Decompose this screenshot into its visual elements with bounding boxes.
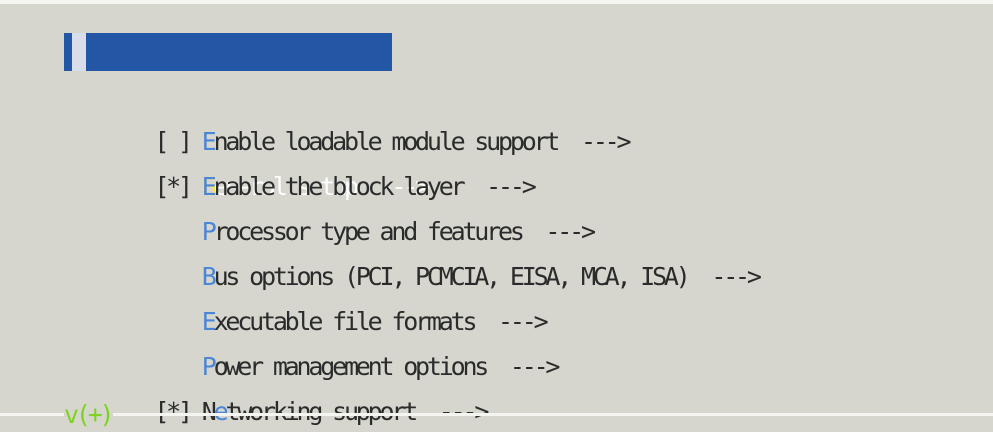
menu-item-loadable-module-support[interactable]: [ ] Enable loadable module support ---> — [64, 74, 964, 156]
menu-item-networking-support[interactable]: [*] Networking support ---> — [64, 344, 964, 426]
menu-item-block-layer[interactable]: [*] Enable the block layer ---> — [64, 119, 964, 201]
menu-item-executable-formats[interactable]: Executable file formats ---> — [64, 254, 964, 336]
menu-item-general-setup[interactable]: General setup ---> — [64, 29, 964, 201]
menu-list: General setup ---> [ ] Enable loadable m… — [64, 29, 964, 426]
menu-bottom-border: v(+) — [0, 398, 993, 432]
bottom-border-line — [0, 413, 993, 416]
menu-item-processor-type[interactable]: Processor type and features ---> — [64, 164, 964, 246]
cursor-marker — [72, 33, 86, 71]
top-border — [0, 0, 993, 4]
menu-item-bus-options[interactable]: Bus options (PCI, PCMCIA, EISA, MCA, ISA… — [64, 209, 964, 291]
selection-highlight — [64, 33, 392, 71]
scroll-more-indicator: v(+) — [64, 398, 115, 432]
menu-item-power-management[interactable]: Power management options ---> — [64, 299, 964, 381]
kernel-config-menu-screen: General setup ---> [ ] Enable loadable m… — [0, 0, 993, 432]
